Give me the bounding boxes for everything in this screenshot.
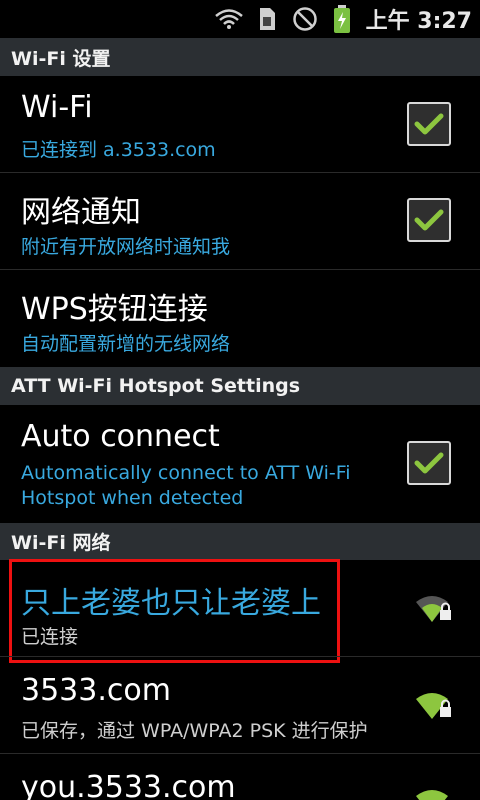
network-item[interactable]: 3533.com 已保存，通过 WPA/WPA2 PSK 进行保护 <box>0 657 480 753</box>
network-status: 已保存，通过 WPA/WPA2 PSK 进行保护 <box>21 720 368 742</box>
network-notify-title: 网络通知 <box>21 195 141 230</box>
wifi-locked-icon <box>416 596 451 622</box>
network-name: you.3533.com <box>21 770 236 800</box>
auto-connect-title: Auto connect <box>21 419 220 454</box>
status-time: 上午 3:27 <box>365 9 472 34</box>
checkmark-icon <box>414 452 444 474</box>
selection-highlight <box>9 559 340 663</box>
wifi-toggle-row[interactable]: Wi-Fi 已连接到 a.3533.com <box>0 76 480 172</box>
auto-connect-checkbox[interactable] <box>407 441 451 485</box>
wps-row[interactable]: WPS按钮连接 自动配置新增的无线网络 <box>0 270 480 366</box>
battery-charging-icon <box>334 5 350 33</box>
auto-connect-subtitle-line2: Hotspot when detected <box>21 487 244 509</box>
checkmark-icon <box>414 209 444 231</box>
section-header-wifi-settings: Wi-Fi 设置 <box>0 38 480 76</box>
wifi-subtitle: 已连接到 a.3533.com <box>21 139 216 161</box>
wifi-checkbox[interactable] <box>407 102 451 146</box>
wifi-title: Wi-Fi <box>21 90 93 125</box>
status-bar: 上午 3:27 <box>0 0 480 38</box>
network-notify-subtitle: 附近有开放网络时通知我 <box>21 236 231 258</box>
auto-connect-subtitle-line1: Automatically connect to ATT Wi-Fi <box>21 462 351 484</box>
do-not-disturb-icon <box>293 7 317 31</box>
checkmark-icon <box>414 113 444 135</box>
network-item[interactable]: you.3533.com <box>0 754 480 800</box>
wifi-signal-icon <box>215 9 243 29</box>
sim-card-icon <box>260 8 275 30</box>
wps-title: WPS按钮连接 <box>21 292 208 327</box>
wifi-locked-icon <box>416 693 451 719</box>
network-name: 3533.com <box>21 673 171 708</box>
network-notify-row[interactable]: 网络通知 附近有开放网络时通知我 <box>0 173 480 269</box>
auto-connect-row[interactable]: Auto connect Automatically connect to AT… <box>0 405 480 523</box>
wifi-locked-icon <box>416 790 448 800</box>
wps-subtitle: 自动配置新增的无线网络 <box>21 333 231 355</box>
network-notify-checkbox[interactable] <box>407 198 451 242</box>
section-header-att-hotspot: ATT Wi-Fi Hotspot Settings <box>0 367 480 405</box>
section-header-wifi-networks: Wi-Fi 网络 <box>0 523 480 560</box>
